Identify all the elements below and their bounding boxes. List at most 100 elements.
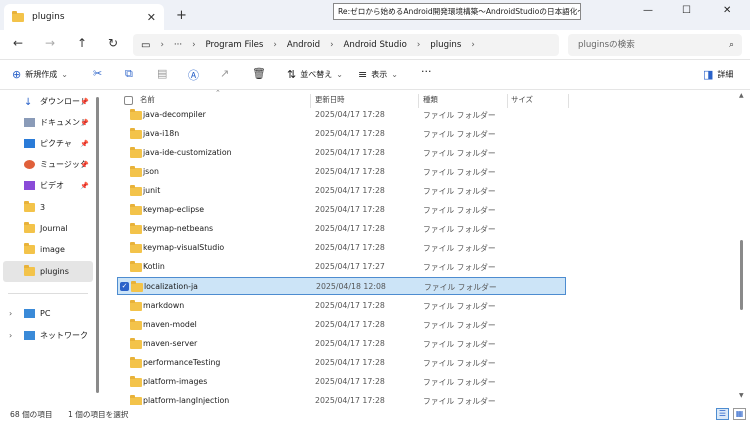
folder-icon <box>24 243 35 254</box>
sort-button[interactable]: ⇅ 並べ替え ⌄ <box>287 68 343 81</box>
table-row[interactable]: markdown 2025/04/17 17:28 ファイル フォルダー <box>117 297 566 315</box>
file-list-scrollbar[interactable] <box>740 240 743 310</box>
breadcrumb-plugins[interactable]: plugins <box>430 40 461 50</box>
sidebar-item-pc[interactable]: › PC <box>0 303 93 324</box>
table-row[interactable]: keymap-visualStudio 2025/04/17 17:28 ファイル … <box>117 239 566 257</box>
file-type: ファイル フォルダー <box>424 283 497 293</box>
download-icon: ↓ <box>24 97 33 108</box>
file-date: 2025/04/17 17:28 <box>315 205 385 215</box>
table-row[interactable]: Kotlin 2025/04/17 17:27 ファイル フォルダー <box>117 258 566 276</box>
file-name: keymap-netbeans <box>143 224 214 234</box>
pc-icon <box>24 309 35 318</box>
pin-icon: 📌 <box>80 181 89 190</box>
table-row[interactable]: ✓ localization-ja 2025/04/18 12:08 ファイル フォル… <box>117 277 566 296</box>
sidebar-item-videos[interactable]: ビデオ 📌 <box>0 175 93 196</box>
file-type: ファイル フォルダー <box>423 149 496 159</box>
file-type: ファイル フォルダー <box>423 168 496 178</box>
file-type: ファイル フォルダー <box>423 320 496 330</box>
file-type: ファイル フォルダー <box>423 377 496 387</box>
file-date: 2025/04/17 17:28 <box>315 110 385 119</box>
details-button[interactable]: ◨ 詳細 <box>703 68 733 81</box>
sidebar-item-3[interactable]: 3 <box>0 197 93 218</box>
minimize-button[interactable]: — <box>643 5 653 16</box>
table-row[interactable]: keymap-netbeans 2025/04/17 17:28 ファイル フォルダ… <box>117 220 566 238</box>
share-icon[interactable]: ↗ <box>220 67 229 80</box>
sidebar-item-downloads[interactable]: ↓ ダウンロード 📌 <box>0 91 93 112</box>
breadcrumb-more[interactable]: ··· <box>174 40 182 50</box>
breadcrumb-android-studio[interactable]: Android Studio <box>344 40 407 50</box>
file-type: ファイル フォルダー <box>423 111 496 120</box>
table-row[interactable]: performanceTesting 2025/04/17 17:28 ファイル フ… <box>117 354 566 372</box>
table-row[interactable]: java-ide-customization 2025/04/17 17:28 ファ… <box>117 144 566 162</box>
close-tab-icon[interactable]: ✕ <box>147 11 156 24</box>
table-row[interactable]: maven-server 2025/04/17 17:28 ファイル フォルダー <box>117 335 566 353</box>
sidebar-item-plugins[interactable]: plugins <box>3 261 93 282</box>
table-row[interactable]: json 2025/04/17 17:28 ファイル フォルダー <box>117 163 566 181</box>
rename-icon[interactable]: Ⓐ <box>188 67 199 83</box>
tab-plugins[interactable]: plugins ✕ <box>4 4 164 30</box>
file-type: ファイル フォルダー <box>423 358 496 368</box>
folder-icon <box>130 242 142 254</box>
file-list: ⌃ 名前 更新日時 種類 サイズ java-decompiler 2025/04/… <box>100 89 750 406</box>
select-all-checkbox[interactable] <box>124 96 133 105</box>
pin-icon: 📌 <box>80 97 89 106</box>
chevron-right-icon[interactable]: › <box>9 331 12 340</box>
sidebar-item-label: Journal <box>40 224 68 233</box>
details-pane-icon: ◨ <box>703 68 714 81</box>
sidebar-item-documents[interactable]: ドキュメント 📌 <box>0 112 93 133</box>
back-button[interactable]: ← <box>13 36 23 50</box>
copy-icon[interactable]: ⧉ <box>125 67 133 81</box>
refresh-button[interactable]: ↻ <box>108 36 118 50</box>
table-row[interactable]: java-i18n 2025/04/17 17:28 ファイル フォルダー <box>117 125 566 143</box>
table-row[interactable]: junit 2025/04/17 17:28 ファイル フォルダー <box>117 182 566 200</box>
table-row[interactable]: keymap-eclipse 2025/04/17 17:28 ファイル フォルダー <box>117 201 566 219</box>
view-icon: ≡ <box>358 68 368 81</box>
forward-button[interactable]: → <box>45 36 55 50</box>
address-bar[interactable]: ▭ › ··· › Program Files › Android › Andr… <box>133 34 559 56</box>
file-name: json <box>143 167 159 177</box>
breadcrumb-android[interactable]: Android <box>287 40 320 50</box>
folder-icon <box>130 128 142 140</box>
view-button[interactable]: ≡ 表示 ⌄ <box>358 68 398 81</box>
close-window-button[interactable]: ✕ <box>723 5 731 16</box>
file-date: 2025/04/18 12:08 <box>316 282 386 292</box>
delete-icon[interactable]: 🗑 <box>252 67 266 80</box>
sidebar-item-network[interactable]: › ネットワーク <box>0 325 93 346</box>
new-tab-button[interactable]: + <box>176 8 187 23</box>
chevron-right-icon: › <box>416 40 421 50</box>
pictures-icon <box>24 139 35 148</box>
new-button[interactable]: ⊕ 新規作成 ⌄ <box>12 68 68 81</box>
sidebar-item-pictures[interactable]: ピクチャ 📌 <box>0 133 93 154</box>
more-options-button[interactable]: ··· <box>421 65 432 78</box>
table-row[interactable]: platform-images 2025/04/17 17:28 ファイル フォルダ… <box>117 373 566 391</box>
new-label: 新規作成 <box>25 70 58 79</box>
table-row[interactable]: java-decompiler 2025/04/17 17:28 ファイル フォルダ… <box>117 106 566 124</box>
sidebar-item-music[interactable]: ミュージック 📌 <box>0 154 93 175</box>
details-label: 詳細 <box>717 70 734 79</box>
breadcrumb-program-files[interactable]: Program Files <box>206 40 264 50</box>
sidebar-item-image[interactable]: image <box>0 239 93 260</box>
chevron-right-icon: › <box>160 40 164 50</box>
file-type: ファイル フォルダー <box>423 339 496 349</box>
sidebar-scrollbar[interactable] <box>96 97 99 393</box>
row-checkbox[interactable]: ✓ <box>120 282 129 292</box>
column-divider[interactable] <box>568 94 569 108</box>
scroll-down-arrow-icon[interactable]: ▼ <box>739 392 744 399</box>
scroll-up-arrow-icon[interactable]: ▲ <box>739 92 744 99</box>
file-name: platform-images <box>143 376 208 386</box>
cut-icon[interactable]: ✂ <box>93 67 102 80</box>
maximize-button[interactable]: ☐ <box>682 5 691 16</box>
chevron-right-icon[interactable]: › <box>9 309 12 318</box>
sort-icon: ⇅ <box>287 68 297 81</box>
tiles-view-button[interactable]: ▦ <box>733 408 746 420</box>
details-view-button[interactable]: ☰ <box>716 408 729 420</box>
search-input[interactable]: pluginsの検索 ⌕ <box>568 34 742 56</box>
pin-icon: 📌 <box>80 139 89 148</box>
sidebar-item-journal[interactable]: Journal <box>0 218 93 239</box>
folder-icon <box>130 375 142 387</box>
paste-icon[interactable]: ▤ <box>157 67 167 80</box>
file-date: 2025/04/17 17:28 <box>315 338 385 348</box>
table-row[interactable]: maven-model 2025/04/17 17:28 ファイル フォルダー <box>117 316 566 334</box>
folder-icon <box>130 337 142 349</box>
up-button[interactable]: ↑ <box>77 36 87 50</box>
